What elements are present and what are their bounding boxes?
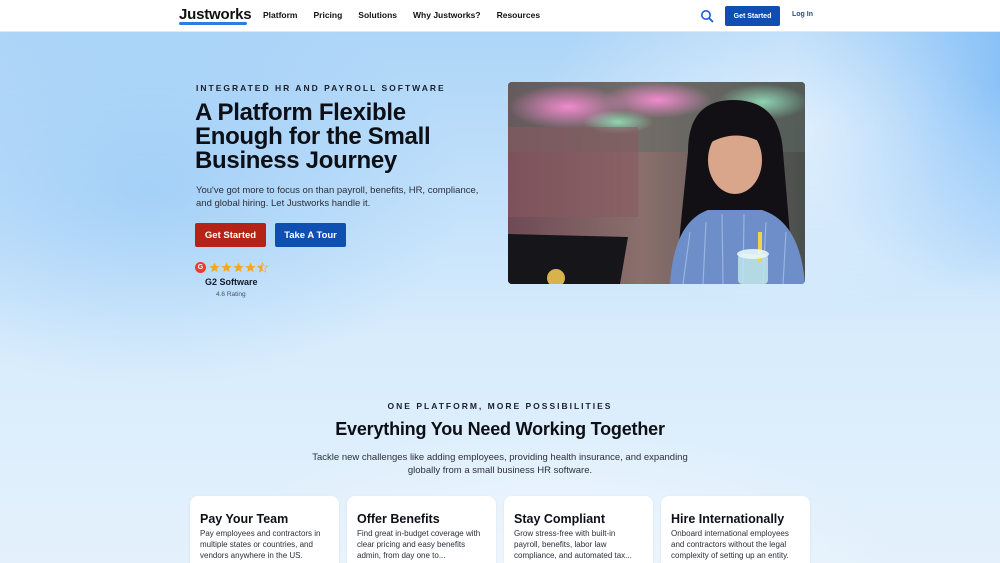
card-title: Hire Internationally [671, 512, 785, 526]
section-eyebrow: ONE PLATFORM, MORE POSSIBILITIES [387, 401, 613, 411]
star-icon [233, 262, 244, 272]
g2-logo-icon: G [195, 261, 206, 273]
card-title: Pay Your Team [200, 512, 289, 526]
hero-photo [508, 82, 805, 284]
card-description: Grow stress-free with built-in payroll, … [514, 529, 632, 560]
hero-subtitle: You've got more to focus on than payroll… [196, 185, 479, 209]
take-a-tour-button[interactable]: Take A Tour [275, 223, 346, 247]
card-description: Find great in-budget coverage with clear… [357, 529, 481, 560]
nav-resources[interactable]: Resources [497, 10, 540, 20]
card-description: Onboard international employees and cont… [671, 529, 789, 560]
card-title: Offer Benefits [357, 512, 440, 526]
section-subtitle: Tackle new challenges like adding employ… [312, 452, 688, 476]
card-offer-benefits[interactable]: Offer Benefits Find great in-budget cove… [347, 496, 496, 563]
header-get-started-button[interactable]: Get Started [725, 6, 780, 26]
hero-video-image[interactable] [508, 82, 805, 284]
feature-cards: Pay Your Team Pay employees and contract… [190, 496, 810, 563]
hero-title: A Platform Flexible Enough for the Small… [195, 99, 431, 174]
nav-pricing[interactable]: Pricing [313, 10, 342, 20]
g2-software-label: G2 Software [205, 277, 258, 287]
star-icon [245, 262, 256, 272]
hero-eyebrow: INTEGRATED HR AND PAYROLL SOFTWARE [196, 83, 446, 93]
background-gradient [0, 32, 1000, 563]
card-description: Pay employees and contractors in multipl… [200, 529, 321, 560]
card-pay-your-team[interactable]: Pay Your Team Pay employees and contract… [190, 496, 339, 563]
nav-platform[interactable]: Platform [263, 10, 297, 20]
justworks-logo[interactable]: Justworks [179, 6, 252, 23]
login-link[interactable]: Log In [792, 11, 813, 18]
logo-underline [179, 22, 247, 25]
nav-solutions[interactable]: Solutions [358, 10, 397, 20]
card-title: Stay Compliant [514, 512, 605, 526]
card-hire-internationally[interactable]: Hire Internationally Onboard internation… [661, 496, 810, 563]
nav-why-justworks[interactable]: Why Justworks? [413, 10, 481, 20]
star-icon [221, 262, 232, 272]
get-started-button[interactable]: Get Started [195, 223, 266, 247]
search-icon[interactable] [700, 9, 714, 23]
star-icon [209, 262, 220, 272]
g2-rating-row[interactable]: G [195, 261, 268, 273]
section-title: Everything You Need Working Together [335, 419, 665, 439]
star-rating [209, 261, 268, 273]
star-half-icon [257, 261, 268, 273]
top-navigation: Justworks Platform Pricing Solutions Why… [0, 0, 1000, 32]
g2-rating-text: 4.6 Rating [216, 291, 246, 298]
main-nav: Platform Pricing Solutions Why Justworks… [263, 10, 540, 20]
card-stay-compliant[interactable]: Stay Compliant Grow stress-free with bui… [504, 496, 653, 563]
